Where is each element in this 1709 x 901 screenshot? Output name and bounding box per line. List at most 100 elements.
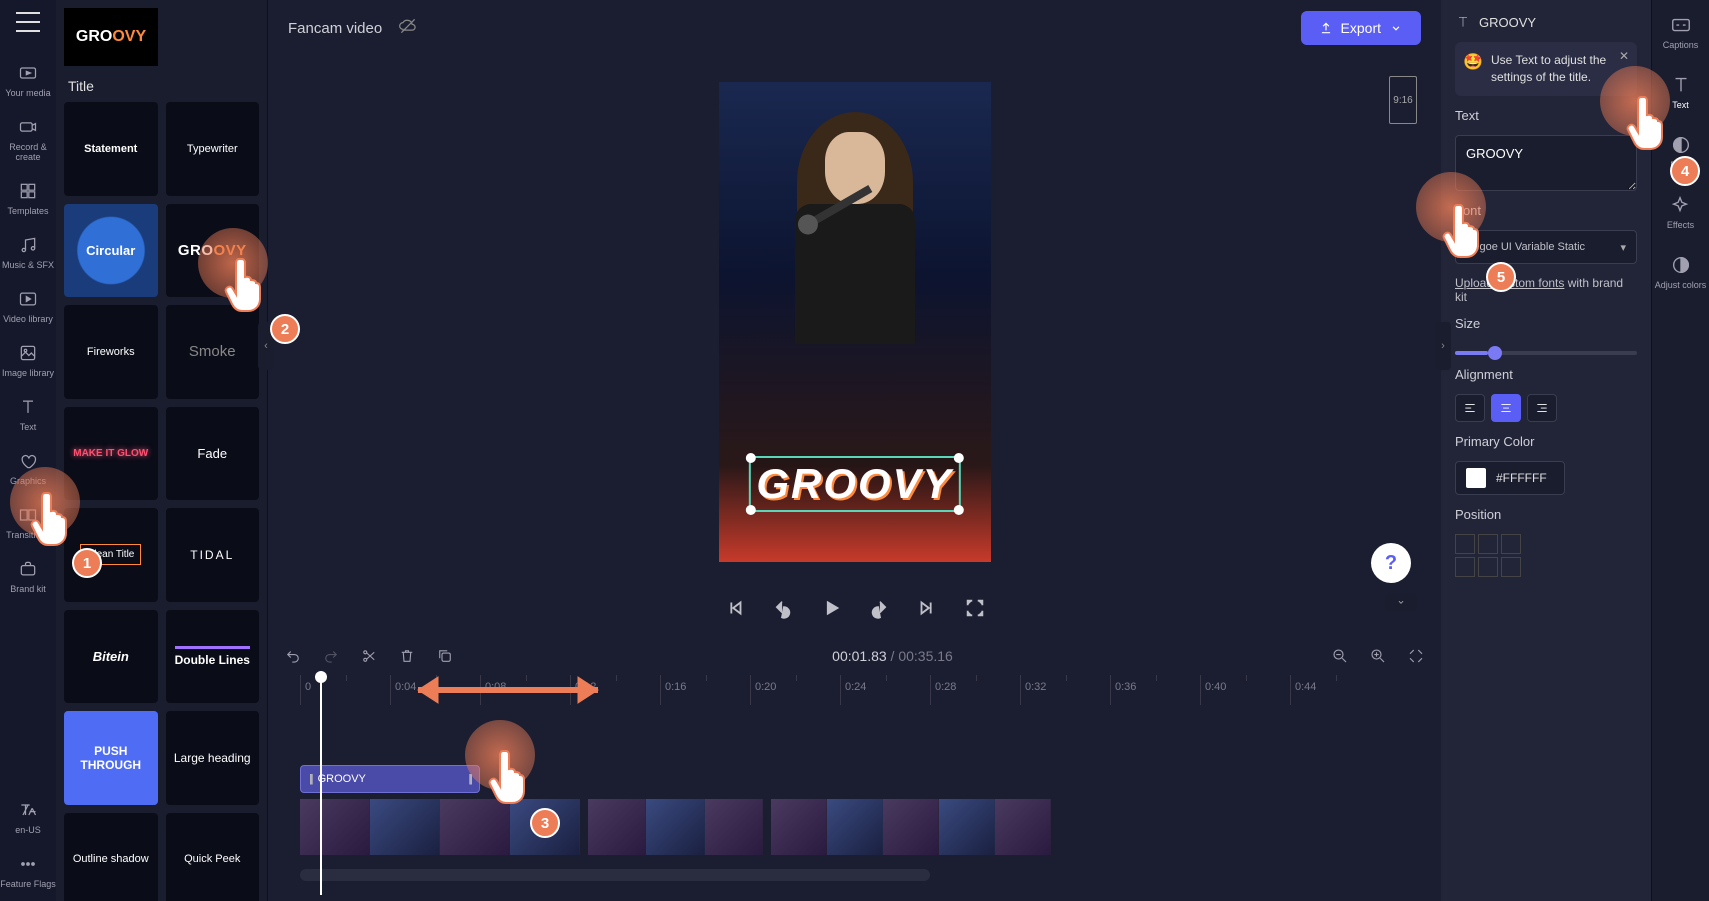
music-sfx-tab[interactable]: Music & SFX [2, 234, 54, 270]
upload-fonts-link[interactable]: Upload custom fonts with brand kit [1455, 276, 1637, 304]
pos-tr[interactable] [1501, 534, 1521, 554]
delete-button[interactable] [398, 647, 416, 665]
close-tip-button[interactable]: ✕ [1619, 48, 1629, 65]
copy-button[interactable] [436, 647, 454, 665]
zoom-fit-button[interactable] [1407, 647, 1425, 665]
pos-mr[interactable] [1501, 557, 1521, 577]
brand-kit-tab[interactable]: Brand kit [10, 558, 46, 594]
slider-knob[interactable] [1488, 346, 1502, 360]
effects-tab[interactable]: Effects [1667, 194, 1694, 230]
pos-tc[interactable] [1478, 534, 1498, 554]
resize-handle[interactable] [954, 505, 964, 515]
templates-icon [17, 180, 39, 202]
skip-start-button[interactable] [722, 595, 748, 621]
preset-fireworks[interactable]: Fireworks [64, 305, 158, 399]
align-center-button[interactable] [1491, 394, 1521, 422]
feature-flags-tab[interactable]: Feature Flags [0, 853, 56, 889]
ruler-tick: 0:24 [840, 675, 930, 705]
preview-area: ‹ GROOVY 9:16 › ? [268, 56, 1441, 587]
align-right-button[interactable] [1527, 394, 1557, 422]
pointer-hand-icon [1440, 200, 1490, 260]
properties-panel: GROOVY 🤩 Use Text to adjust the settings… [1441, 0, 1651, 901]
forward-button[interactable] [866, 595, 892, 621]
track-area: ||| GROOVY ||| [284, 745, 1425, 881]
text-tab[interactable]: Text [17, 396, 39, 432]
align-left-button[interactable] [1455, 394, 1485, 422]
label: Feature Flags [0, 879, 56, 889]
video-clip[interactable] [771, 799, 1051, 855]
preset-double-lines[interactable]: Double Lines [166, 610, 260, 704]
fullscreen-button[interactable] [962, 595, 988, 621]
annotation-badge-3: 3 [530, 808, 560, 838]
aspect-ratio-indicator[interactable]: 9:16 [1389, 76, 1417, 124]
ruler-tick: 0:40 [1200, 675, 1290, 705]
pointer-hand-icon [28, 488, 78, 548]
pos-mc[interactable] [1478, 557, 1498, 577]
export-label: Export [1341, 20, 1381, 36]
preview-canvas[interactable]: GROOVY [719, 82, 991, 562]
collapse-right-button[interactable]: › [1435, 322, 1451, 370]
media-icon [17, 62, 39, 84]
video-library-tab[interactable]: Video library [3, 288, 53, 324]
label: Text [20, 422, 37, 432]
annotation-badge-4: 4 [1670, 156, 1700, 186]
resize-handle[interactable] [745, 505, 755, 515]
preset-make-it-glow[interactable]: MAKE IT GLOW [64, 407, 158, 501]
help-button[interactable]: ? [1371, 543, 1411, 583]
project-name[interactable]: Fancam video [288, 20, 382, 37]
undo-button[interactable] [284, 647, 302, 665]
clip-grip-left[interactable]: ||| [309, 773, 312, 785]
pos-tl[interactable] [1455, 534, 1475, 554]
image-library-tab[interactable]: Image library [2, 342, 54, 378]
pos-ml[interactable] [1455, 557, 1475, 577]
double-arrow-icon [408, 665, 608, 720]
timeline-scrollbar[interactable] [300, 869, 930, 881]
resize-handle[interactable] [954, 453, 964, 463]
zoom-out-button[interactable] [1331, 647, 1349, 665]
skip-end-button[interactable] [914, 595, 940, 621]
preset-quick-peek[interactable]: Quick Peek [166, 813, 260, 901]
export-button[interactable]: Export [1301, 11, 1421, 45]
preset-statement[interactable]: Statement [64, 102, 158, 196]
time-display: 00:01.83 / 00:35.16 [474, 648, 1311, 664]
expand-down-button[interactable] [1385, 593, 1417, 611]
cloud-sync-icon[interactable] [398, 16, 418, 40]
text-input[interactable]: GROOVY [1455, 135, 1637, 191]
menu-icon[interactable] [16, 12, 40, 32]
record-create-tab[interactable]: Record & create [0, 116, 56, 162]
video-clip[interactable] [588, 799, 763, 855]
adjust-colors-tab[interactable]: Adjust colors [1655, 254, 1707, 290]
redo-button[interactable] [322, 647, 340, 665]
preset-smoke[interactable]: Smoke [166, 305, 260, 399]
play-button[interactable] [818, 595, 844, 621]
music-icon [17, 234, 39, 256]
color-picker[interactable]: #FFFFFF [1455, 461, 1565, 495]
your-media-tab[interactable]: Your media [5, 62, 50, 98]
preset-push-through[interactable]: PUSH THROUGH [64, 711, 158, 805]
text-overlay-selected[interactable]: GROOVY [748, 456, 960, 512]
pointer-hand-icon [486, 746, 536, 806]
preset-tidal[interactable]: TIDAL [166, 508, 260, 602]
text-clip[interactable]: ||| GROOVY ||| [300, 765, 480, 793]
size-slider[interactable] [1455, 351, 1637, 355]
video-track[interactable] [300, 799, 1425, 855]
ruler-tick: 0:36 [1110, 675, 1200, 705]
preset-circular[interactable]: Circular [64, 204, 158, 298]
preset-bitein[interactable]: Bitein [64, 610, 158, 704]
annotation-badge-1: 1 [72, 548, 102, 578]
split-button[interactable] [360, 647, 378, 665]
ruler-tick: 0:44 [1290, 675, 1380, 705]
playhead[interactable] [320, 675, 322, 895]
preset-fade[interactable]: Fade [166, 407, 260, 501]
captions-tab[interactable]: Captions [1663, 14, 1699, 50]
language-tab[interactable]: en-US [15, 799, 41, 835]
preset-outline-shadow[interactable]: Outline shadow [64, 813, 158, 901]
rewind-button[interactable] [770, 595, 796, 621]
zoom-in-button[interactable] [1369, 647, 1387, 665]
featured-preset[interactable]: GROOVY [64, 8, 158, 66]
preset-large-heading[interactable]: Large heading [166, 711, 260, 805]
preset-typewriter[interactable]: Typewriter [166, 102, 260, 196]
resize-handle[interactable] [745, 453, 755, 463]
pointer-hand-icon [1624, 92, 1674, 152]
templates-tab[interactable]: Templates [7, 180, 48, 216]
